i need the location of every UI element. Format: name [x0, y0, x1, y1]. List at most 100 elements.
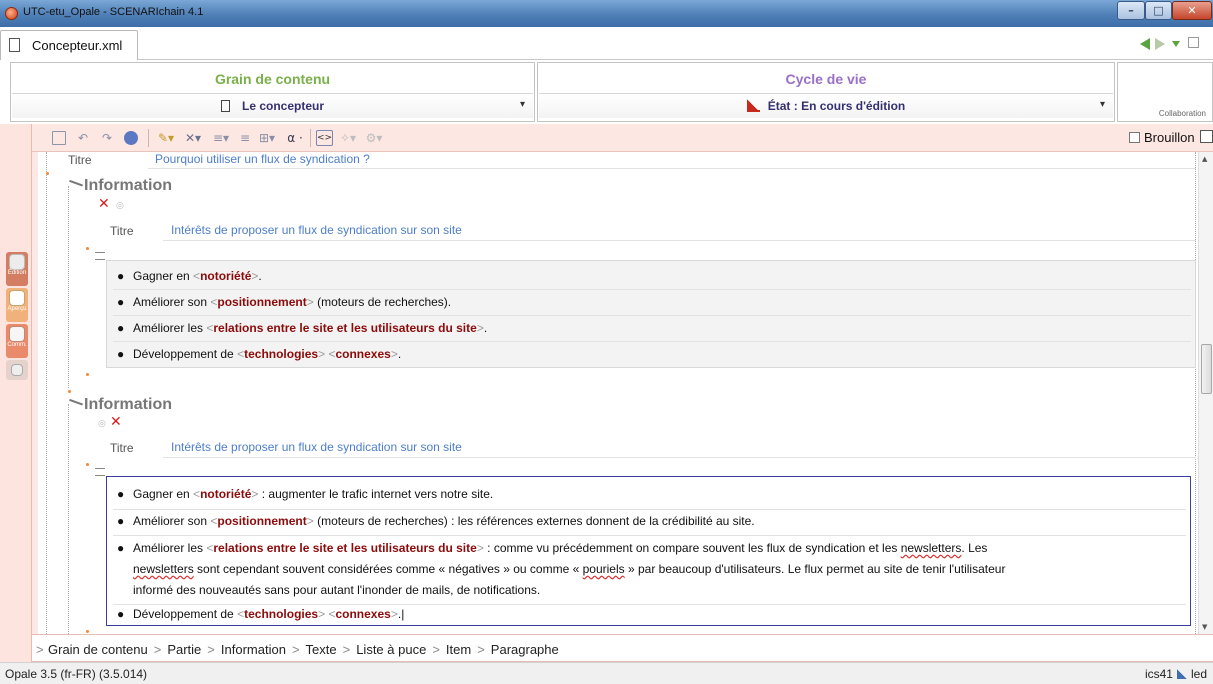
- undo-icon[interactable]: ↶: [76, 131, 90, 145]
- alpha-button[interactable]: α ·: [285, 131, 305, 145]
- insert-marker[interactable]: [86, 463, 89, 466]
- grain-selector[interactable]: Le concepteur ▾: [12, 93, 533, 118]
- comm-label: Comm.: [7, 342, 27, 348]
- information-title-field[interactable]: Intérêts de proposer un flux de syndicat…: [171, 223, 462, 237]
- editor-toolbar: ↶ ↷ ✎▾ ✕▾ ≡▾ ≡ ⊞▾ α · <> ✧▾ ⚙▾ Brouillon: [32, 124, 1213, 152]
- scroll-thumb[interactable]: [1201, 344, 1212, 394]
- insert-marker[interactable]: [86, 373, 89, 376]
- navigation-controls: [1140, 36, 1210, 52]
- information-heading: Information: [67, 177, 172, 195]
- redo-icon[interactable]: ↷: [100, 131, 114, 145]
- save-icon[interactable]: [52, 131, 66, 145]
- breadcrumb-item[interactable]: Partie: [167, 642, 201, 657]
- bullet-list-icon: [95, 468, 105, 476]
- grain-panel: Grain de contenu Le concepteur ▾: [10, 62, 535, 122]
- comments-mode-button[interactable]: Comm.: [6, 324, 28, 358]
- chevron-down-icon[interactable]: ▾: [520, 99, 525, 110]
- table-icon[interactable]: ⊞▾: [256, 131, 278, 145]
- remove-style-icon[interactable]: ✕▾: [182, 131, 204, 145]
- close-button[interactable]: ✕: [1172, 1, 1212, 20]
- app-icon: [5, 7, 18, 20]
- tree-guide: [68, 186, 69, 388]
- user-status: ics41 led: [1144, 667, 1207, 681]
- forward-arrow-icon[interactable]: [1155, 38, 1165, 50]
- insert-marker[interactable]: [86, 247, 89, 250]
- edition-mode-button[interactable]: Édition: [6, 252, 28, 286]
- code-view-button[interactable]: <>: [316, 130, 333, 146]
- vertical-scrollbar[interactable]: ▲ ▼: [1198, 152, 1213, 634]
- mode-sidebar: Édition Aperçu Comm.: [0, 124, 32, 662]
- list-ordered-icon[interactable]: ≡: [238, 131, 252, 145]
- tree-guide: [68, 404, 69, 634]
- grain-title: Grain de contenu: [214, 71, 331, 87]
- magic-wand-icon[interactable]: ✧▾: [338, 131, 358, 145]
- list-icon[interactable]: ≡▾: [210, 131, 232, 145]
- version-status: Opale 3.5 (fr-FR) (3.5.014): [5, 667, 148, 681]
- status-bar: Opale 3.5 (fr-FR) (3.5.014) ics41 led: [0, 662, 1213, 684]
- style-icon[interactable]: ✎▾: [155, 131, 177, 145]
- state-value: État : En cours d'édition: [767, 99, 906, 113]
- apercu-label: Aperçu: [7, 306, 27, 312]
- chevron-right-icon: >: [36, 642, 44, 657]
- minimize-button[interactable]: –: [1117, 1, 1145, 20]
- collaboration-label: Collaboration: [1158, 109, 1206, 118]
- tree-guide: [1195, 152, 1196, 634]
- collaboration-panel[interactable]: Collaboration: [1117, 62, 1213, 122]
- state-selector[interactable]: État : En cours d'édition ▾: [539, 93, 1113, 118]
- options-icon[interactable]: ◎: [116, 201, 124, 211]
- lifecycle-panel: Cycle de vie État : En cours d'édition ▾: [537, 62, 1115, 122]
- comment-icon: [9, 326, 25, 342]
- document-content: Titre Pourquoi utiliser un flux de syndi…: [38, 152, 1198, 634]
- brouillon-checkbox[interactable]: Brouillon: [1129, 130, 1195, 145]
- information-heading: Information: [67, 396, 172, 414]
- tab-concepteur[interactable]: Concepteur.xml: [0, 30, 138, 60]
- publish-icon[interactable]: [124, 131, 138, 145]
- pen-icon: [1176, 669, 1187, 679]
- checkbox-box[interactable]: [1129, 132, 1140, 143]
- insert-marker[interactable]: [86, 630, 89, 633]
- titre-label: Titre: [68, 153, 92, 167]
- preview-mode-button[interactable]: Aperçu: [6, 288, 28, 322]
- breadcrumb-item[interactable]: Grain de contenu: [48, 642, 148, 657]
- window-icon[interactable]: [1200, 130, 1213, 143]
- document-icon: [9, 38, 20, 52]
- titre-label: Titre: [110, 441, 134, 455]
- information-icon: [67, 398, 83, 412]
- breadcrumb-item[interactable]: Information: [221, 642, 286, 657]
- breadcrumb-item[interactable]: Paragraphe: [491, 642, 559, 657]
- insert-marker[interactable]: [46, 172, 49, 175]
- bullet-list: ● Gagner en <notoriété>. ● Améliorer son…: [106, 260, 1196, 368]
- tree-guide: [46, 152, 47, 634]
- maximize-button[interactable]: □: [1145, 1, 1172, 20]
- scroll-up-icon[interactable]: ▲: [1202, 155, 1207, 163]
- toolbar-divider: [310, 129, 311, 147]
- delete-icon[interactable]: ✕: [110, 414, 122, 430]
- field-underline: [163, 457, 1196, 458]
- restore-view-icon[interactable]: [1188, 37, 1199, 48]
- delete-icon[interactable]: ✕: [98, 196, 110, 212]
- information-title-field[interactable]: Intérêts de proposer un flux de syndicat…: [171, 440, 462, 454]
- breadcrumb-item[interactable]: Liste à puce: [356, 642, 426, 657]
- tab-label: Concepteur.xml: [32, 38, 123, 53]
- pencil-icon: [746, 99, 760, 112]
- toolbar-divider: [148, 129, 149, 147]
- bullet-list-icon: [95, 252, 105, 260]
- information-icon: [67, 179, 83, 193]
- insert-marker[interactable]: [68, 390, 71, 393]
- plus-icon: [11, 364, 23, 376]
- add-mode-button[interactable]: [6, 360, 28, 380]
- history-dropdown-icon[interactable]: [1172, 41, 1180, 47]
- breadcrumb-item[interactable]: Item: [446, 642, 471, 657]
- chevron-down-icon[interactable]: ▾: [1100, 99, 1105, 110]
- brouillon-label: Brouillon: [1144, 130, 1195, 145]
- scroll-down-icon[interactable]: ▼: [1202, 623, 1207, 631]
- breadcrumb-item[interactable]: Texte: [306, 642, 337, 657]
- edition-label: Édition: [7, 270, 27, 276]
- part-title-field[interactable]: Pourquoi utiliser un flux de syndication…: [155, 152, 370, 166]
- more-tools-icon[interactable]: ⚙▾: [364, 131, 384, 145]
- document-tab-bar: Concepteur.xml: [0, 27, 1213, 60]
- back-arrow-icon[interactable]: [1140, 38, 1150, 50]
- lifecycle-title: Cycle de vie: [785, 71, 867, 87]
- edit-icon: [9, 254, 25, 270]
- options-icon[interactable]: ◎: [98, 419, 106, 429]
